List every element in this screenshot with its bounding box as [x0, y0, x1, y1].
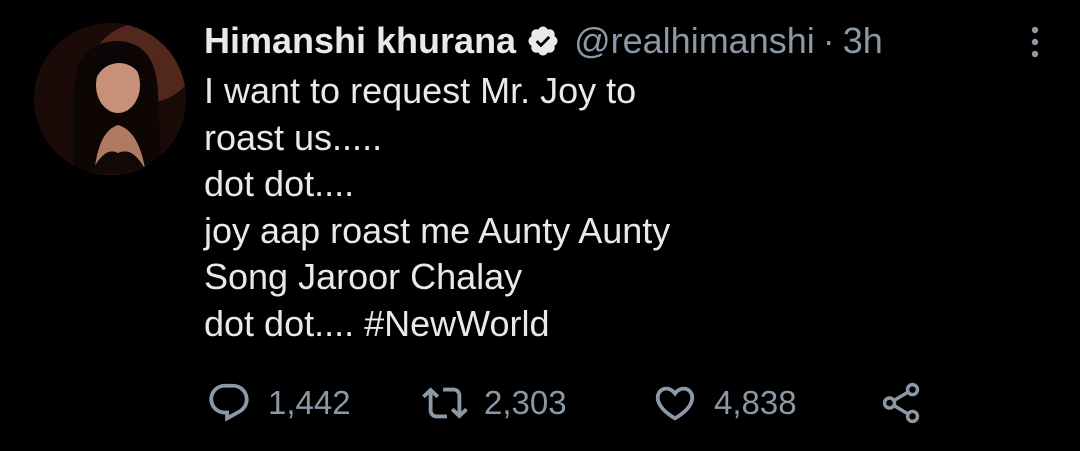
avatar[interactable] [34, 23, 186, 175]
tweet-text-line: Song Jaroor Chalay [204, 256, 523, 297]
retweet-count: 2,303 [484, 384, 567, 421]
separator-dot: · [822, 20, 835, 61]
tweet-text: I want to request Mr. Joy to roast us...… [204, 68, 1004, 347]
reply-icon [209, 383, 249, 422]
reply-button[interactable]: 1,442 [206, 378, 351, 428]
tweet-text-line: dot dot.... [204, 163, 355, 204]
tweet-actions: 1,442 2,303 4,838 [206, 378, 1006, 428]
share-button[interactable] [878, 378, 924, 428]
like-button[interactable]: 4,838 [652, 378, 797, 428]
tweet-text-line: I want to request Mr. Joy to [204, 70, 637, 111]
tweet-text-line: roast us..... [204, 116, 383, 158]
tweet-header: Himanshi khurana @realhimanshi · 3h [204, 18, 883, 64]
retweet-icon [422, 387, 468, 419]
tweet-time[interactable]: 3h [843, 20, 883, 62]
hashtag-link[interactable]: #NewWorld [364, 303, 549, 344]
tweet-text-last-line: dot dot.... #NewWorld [204, 301, 1004, 348]
like-count: 4,838 [714, 384, 797, 421]
author-name[interactable]: Himanshi khurana [204, 20, 516, 62]
share-icon [882, 382, 920, 424]
more-options-icon[interactable] [1022, 22, 1048, 62]
avatar-photo [34, 23, 186, 175]
verified-badge-icon [528, 26, 558, 56]
retweet-button[interactable]: 2,303 [422, 378, 567, 428]
heart-icon [655, 386, 695, 421]
tweet-text-line: joy aap roast me Aunty Aunty [204, 209, 671, 251]
author-handle[interactable]: @realhimanshi [574, 20, 815, 62]
tweet[interactable]: Himanshi khurana @realhimanshi · 3h I wa… [0, 0, 1080, 451]
reply-count: 1,442 [268, 384, 351, 421]
tweet-text-line: dot dot.... [204, 302, 355, 344]
